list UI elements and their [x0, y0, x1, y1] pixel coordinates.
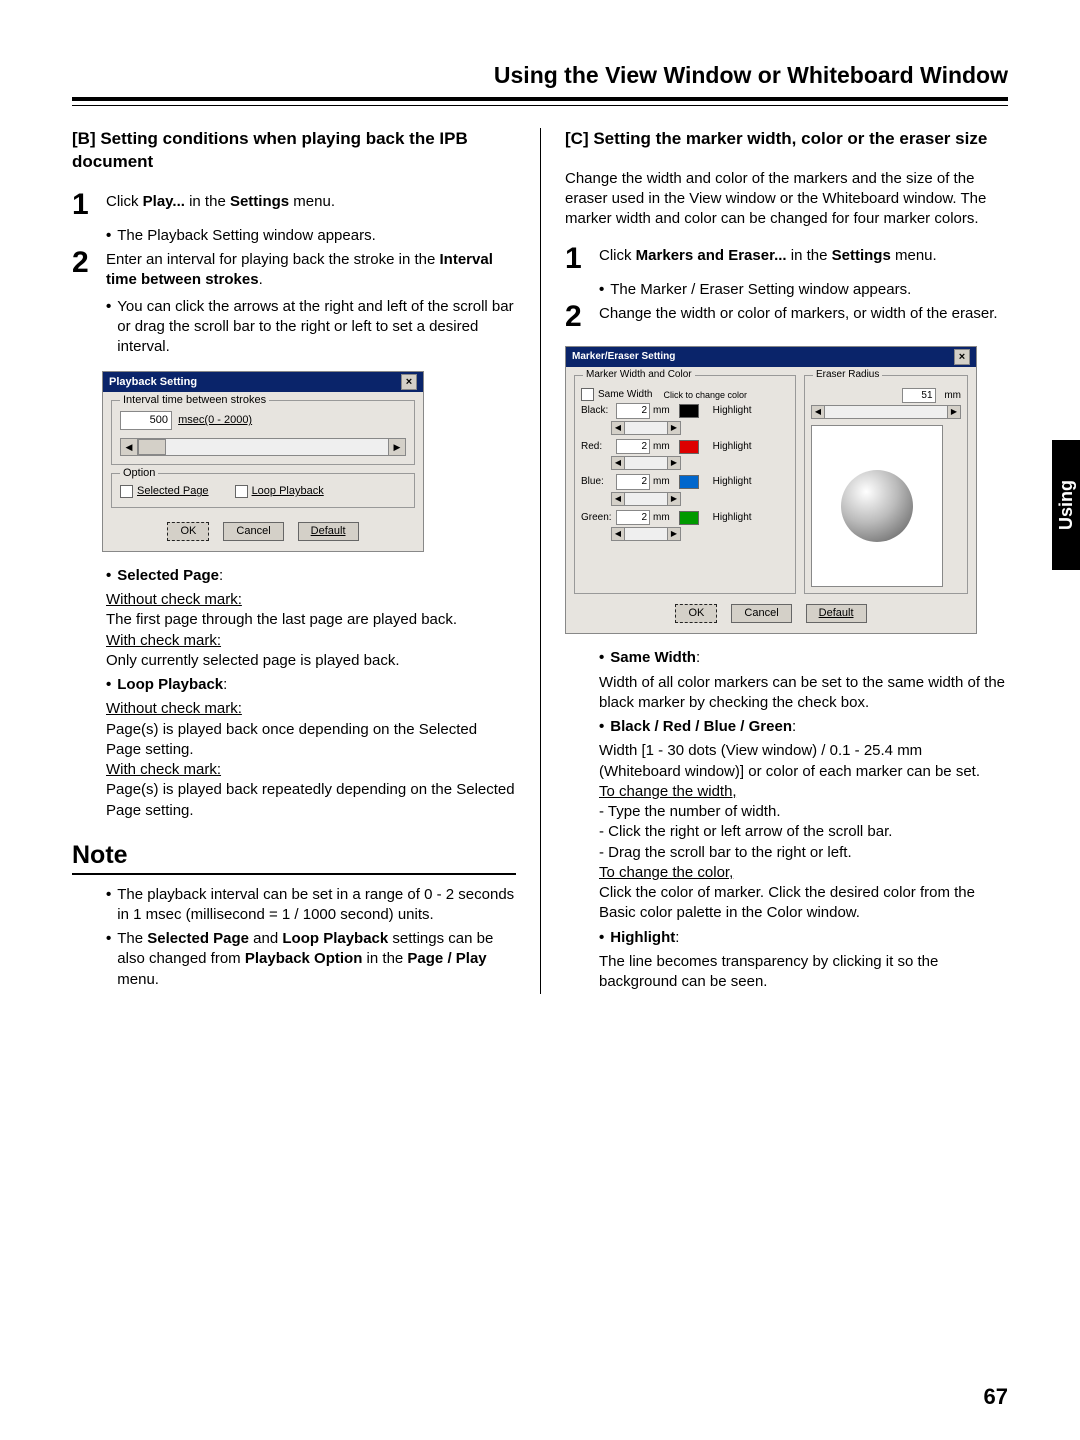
text: Page(s) is played back repeatedly depend… — [106, 780, 516, 821]
bullet: The Marker / Eraser Setting window appea… — [599, 280, 1008, 300]
interval-input[interactable]: 500 — [120, 411, 172, 430]
text: The line becomes transparency by clickin… — [599, 952, 1008, 993]
step-number: 2 — [565, 302, 599, 332]
page-title: Using the View Window or Whiteboard Wind… — [72, 60, 1008, 91]
text: The first page through the last page are… — [106, 610, 516, 630]
green-width-input[interactable]: 2 — [616, 510, 650, 526]
red-scrollbar[interactable]: ◀▶ — [611, 456, 681, 470]
bullet: The Playback Setting window appears. — [106, 226, 516, 246]
side-tab: Using — [1052, 440, 1080, 570]
close-icon[interactable]: × — [954, 349, 970, 365]
bullet: You can click the arrows at the right an… — [106, 297, 516, 358]
step-text: Click Markers and Eraser... in the Setti… — [599, 246, 1008, 266]
label-blue: Blue: — [581, 475, 613, 489]
text: Width of all color markers can be set to… — [599, 673, 1008, 714]
ok-button[interactable]: OK — [675, 604, 717, 623]
intro-text: Change the width and color of the marker… — [565, 169, 1008, 230]
black-color-swatch[interactable] — [679, 404, 699, 418]
bullet: Selected Page: — [106, 566, 516, 586]
bullet: Loop Playback: — [106, 675, 516, 695]
click-color-label: Click to change color — [663, 389, 747, 401]
unit-label: msec(0 - 2000) — [178, 414, 252, 426]
group-label: Marker Width and Color — [583, 368, 695, 382]
green-highlight-checkbox[interactable]: Highlight — [710, 511, 752, 525]
label-red: Red: — [581, 440, 613, 454]
blue-highlight-checkbox[interactable]: Highlight — [710, 475, 752, 489]
interval-scrollbar[interactable]: ◀ ▶ — [120, 438, 406, 456]
section-b-heading: [B] Setting conditions when playing back… — [72, 128, 516, 174]
arrow-right-icon[interactable]: ▶ — [388, 438, 406, 456]
label-green: Green: — [581, 511, 613, 525]
dialog-title: Playback Setting — [109, 375, 197, 390]
ok-button[interactable]: OK — [167, 522, 209, 541]
red-highlight-checkbox[interactable]: Highlight — [710, 440, 752, 454]
arrow-left-icon[interactable]: ◀ — [120, 438, 138, 456]
close-icon[interactable]: × — [401, 374, 417, 390]
cancel-button[interactable]: Cancel — [731, 604, 791, 623]
blue-scrollbar[interactable]: ◀▶ — [611, 492, 681, 506]
same-width-checkbox[interactable]: Same Width — [581, 388, 652, 402]
marker-eraser-dialog: Marker/Eraser Setting × Marker Width and… — [565, 346, 977, 634]
bullet: The playback interval can be set in a ra… — [106, 885, 516, 926]
text: With check mark: — [106, 632, 221, 649]
bullet: The Selected Page and Loop Playback sett… — [106, 929, 516, 990]
black-scrollbar[interactable]: ◀▶ — [611, 421, 681, 435]
red-width-input[interactable]: 2 — [616, 439, 650, 455]
step-text: Change the width or color of markers, or… — [599, 304, 1008, 324]
step-number: 1 — [72, 190, 106, 220]
group-label: Eraser Radius — [813, 368, 882, 382]
loop-playback-checkbox[interactable]: Loop Playback — [235, 484, 324, 499]
text: - Drag the scroll bar to the right or le… — [599, 843, 1008, 863]
red-color-swatch[interactable] — [679, 440, 699, 454]
section-c-heading: [C] Setting the marker width, color or t… — [565, 128, 1008, 151]
default-button[interactable]: Default — [298, 522, 359, 541]
group-label: Option — [120, 466, 158, 481]
text: With check mark: — [106, 761, 221, 778]
rule — [72, 97, 1008, 101]
note-heading: Note — [72, 839, 516, 875]
label-black: Black: — [581, 404, 613, 418]
text: Without check mark: — [106, 591, 242, 608]
step-text: Click Play... in the Settings menu. — [106, 192, 516, 212]
eraser-circle-icon — [841, 470, 913, 542]
blue-width-input[interactable]: 2 — [616, 474, 650, 490]
text: Width [1 - 30 dots (View window) / 0.1 -… — [599, 741, 1008, 782]
step-text: Enter an interval for playing back the s… — [106, 250, 516, 291]
page-number: 67 — [984, 1382, 1008, 1412]
group-label: Interval time between strokes — [120, 393, 269, 408]
text: To change the width, — [599, 783, 737, 800]
bullet: Same Width: — [599, 648, 1008, 668]
text: - Type the number of width. — [599, 802, 1008, 822]
step-number: 1 — [565, 244, 599, 274]
blue-color-swatch[interactable] — [679, 475, 699, 489]
selected-page-checkbox[interactable]: Selected Page — [120, 484, 209, 499]
rule — [72, 105, 1008, 106]
eraser-radius-input[interactable]: 51 — [902, 388, 936, 404]
eraser-scrollbar[interactable]: ◀▶ — [811, 405, 961, 419]
bullet: Highlight: — [599, 928, 1008, 948]
step-number: 2 — [72, 248, 106, 278]
text: Only currently selected page is played b… — [106, 651, 516, 671]
text: Click the color of marker. Click the des… — [599, 883, 1008, 924]
cancel-button[interactable]: Cancel — [223, 522, 283, 541]
text: Without check mark: — [106, 700, 242, 717]
dialog-title: Marker/Eraser Setting — [572, 350, 675, 364]
text: To change the color, — [599, 864, 733, 881]
green-scrollbar[interactable]: ◀▶ — [611, 527, 681, 541]
eraser-preview — [811, 425, 943, 587]
black-highlight-checkbox[interactable]: Highlight — [710, 404, 752, 418]
bullet: Black / Red / Blue / Green: — [599, 717, 1008, 737]
text: - Click the right or left arrow of the s… — [599, 822, 1008, 842]
default-button[interactable]: Default — [806, 604, 867, 623]
black-width-input[interactable]: 2 — [616, 403, 650, 419]
green-color-swatch[interactable] — [679, 511, 699, 525]
playback-setting-dialog: Playback Setting × Interval time between… — [102, 371, 424, 552]
text: Page(s) is played back once depending on… — [106, 720, 516, 761]
